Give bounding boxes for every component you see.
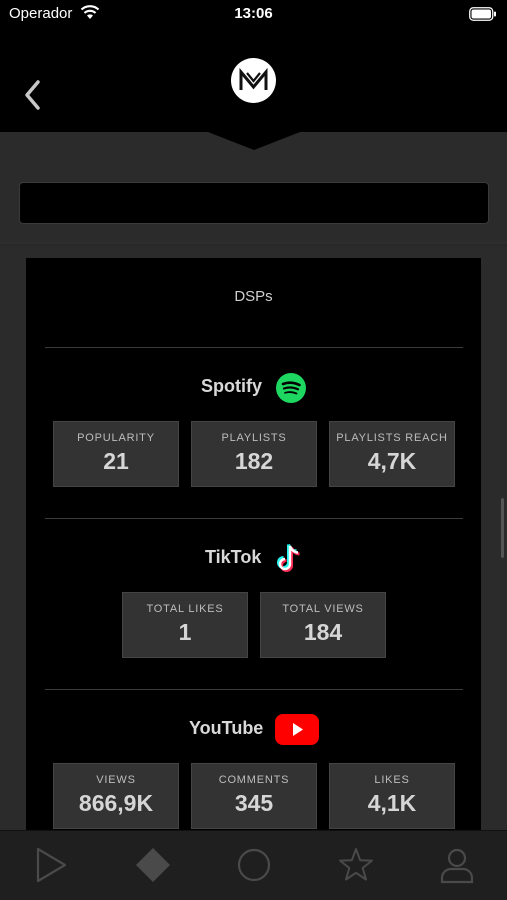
stat-label: COMMENTS bbox=[218, 774, 290, 786]
card-title: DSPs bbox=[234, 288, 273, 305]
stat-label: POPULARITY bbox=[77, 432, 155, 444]
stat-label: VIEWS bbox=[96, 774, 136, 786]
stat-label: TOTAL VIEWS bbox=[282, 603, 364, 615]
stat-value: 866,9K bbox=[78, 790, 154, 816]
tab-bar bbox=[0, 830, 507, 900]
stat-label: LIKES bbox=[374, 774, 410, 786]
youtube-icon bbox=[275, 714, 319, 745]
tiktok-title: TikTok bbox=[205, 547, 262, 567]
stat-views: VIEWS 866,9K bbox=[53, 763, 179, 829]
status-bar: Operador 13:06 bbox=[0, 0, 507, 28]
youtube-title: YouTube bbox=[189, 718, 264, 738]
stat-total-likes: TOTAL LIKES 1 bbox=[122, 592, 248, 658]
profile-icon[interactable] bbox=[437, 845, 477, 885]
circle-icon[interactable] bbox=[234, 845, 274, 885]
stat-comments: COMMENTS 345 bbox=[191, 763, 317, 829]
app-header: Operador 13:06 bbox=[0, 0, 507, 152]
stat-likes: LIKES 4,1K bbox=[329, 763, 455, 829]
stat-value: 4,1K bbox=[367, 790, 417, 816]
play-icon[interactable] bbox=[31, 845, 71, 885]
tiktok-icon bbox=[277, 543, 300, 572]
stat-popularity: POPULARITY 21 bbox=[53, 421, 179, 487]
stat-value: 21 bbox=[103, 448, 129, 474]
back-button[interactable] bbox=[20, 78, 48, 112]
stat-playlists: PLAYLISTS 182 bbox=[191, 421, 317, 487]
battery-icon bbox=[469, 7, 496, 21]
app-logo-icon bbox=[231, 58, 276, 103]
stat-playlists-reach: PLAYLISTS REACH 4,7K bbox=[329, 421, 455, 487]
spotify-icon bbox=[276, 373, 306, 403]
star-icon[interactable] bbox=[336, 845, 376, 885]
stat-label: PLAYLISTS REACH bbox=[336, 432, 448, 444]
stat-value: 184 bbox=[303, 619, 343, 645]
section-divider bbox=[45, 518, 463, 519]
stat-value: 4,7K bbox=[367, 448, 417, 474]
stat-total-views: TOTAL VIEWS 184 bbox=[260, 592, 386, 658]
scrollbar[interactable] bbox=[501, 498, 504, 558]
diamond-icon[interactable] bbox=[133, 845, 173, 885]
spotify-title: Spotify bbox=[201, 376, 262, 396]
stat-label: PLAYLISTS bbox=[221, 432, 287, 444]
stat-value: 1 bbox=[178, 619, 192, 645]
stat-label: TOTAL LIKES bbox=[146, 603, 224, 615]
section-divider bbox=[45, 689, 463, 690]
stat-value: 345 bbox=[234, 790, 274, 816]
clock: 13:06 bbox=[234, 5, 273, 22]
divider-shadow bbox=[0, 242, 507, 246]
stat-value: 182 bbox=[234, 448, 274, 474]
search-input[interactable] bbox=[19, 182, 489, 224]
section-divider bbox=[45, 347, 463, 348]
